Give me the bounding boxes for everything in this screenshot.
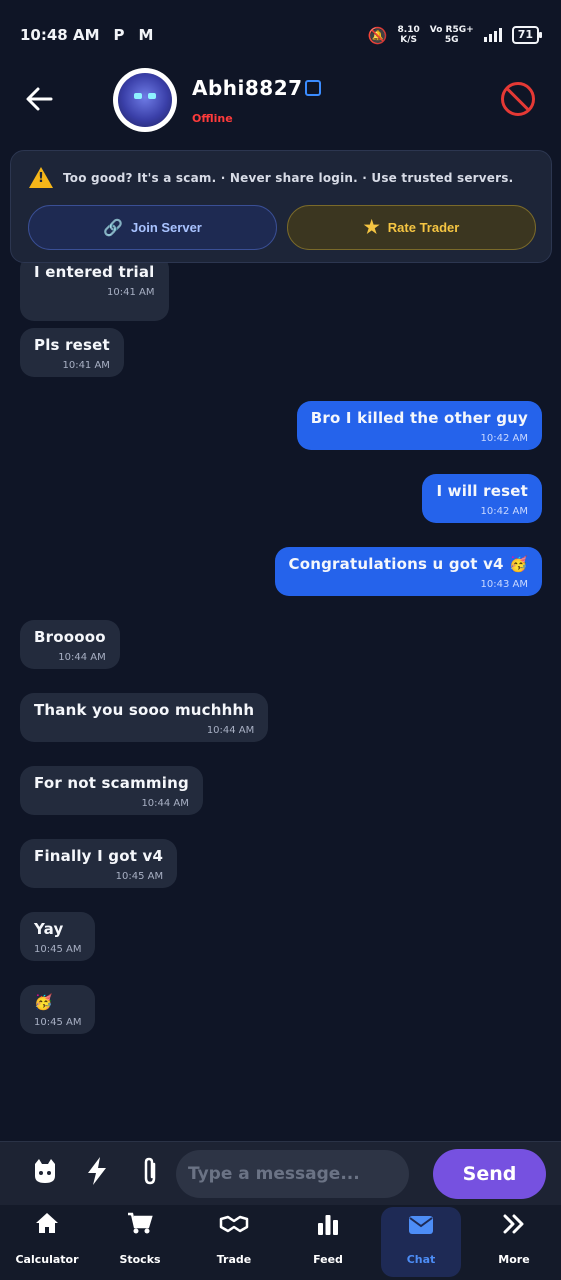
mute-icon: 🔕 <box>367 25 388 45</box>
copy-icon[interactable] <box>304 80 321 96</box>
message-bubble: Congratulations u got v4 🥳 10:43 AM <box>274 547 542 596</box>
arrow-left-icon <box>26 87 53 111</box>
link-icon: 🔗 <box>103 219 124 237</box>
join-server-button[interactable]: 🔗 Join Server <box>28 205 277 250</box>
nav-more[interactable]: More <box>474 1207 554 1277</box>
mail-icon <box>381 1207 461 1247</box>
nav-stocks[interactable]: Stocks <box>100 1207 180 1277</box>
rate-trader-label: Rate Trader <box>387 220 460 235</box>
home-icon <box>7 1207 87 1247</box>
star-icon: ★ <box>363 217 380 237</box>
nav-calculator[interactable]: Calculator <box>7 1207 87 1277</box>
message-input[interactable] <box>176 1150 409 1198</box>
double-chevron-icon <box>474 1207 554 1247</box>
message-bubble: I will reset 10:42 AM <box>422 474 542 523</box>
paperclip-icon-svg <box>144 1157 156 1185</box>
github-icon-svg <box>35 1159 55 1183</box>
lightning-icon-svg <box>88 1157 106 1185</box>
username: Abhi8827 <box>192 76 303 100</box>
message-list[interactable]: I entered trial 10:41 AM Pls reset 10:41… <box>0 263 561 1143</box>
message-bubble: Yay 10:45 AM <box>20 912 96 961</box>
block-icon[interactable] <box>501 82 535 116</box>
message-bubble: Brooooo 10:44 AM <box>20 620 120 669</box>
message-bubble: Bro I killed the other guy 10:42 AM <box>296 401 542 450</box>
warning-icon <box>29 167 53 188</box>
status-bar: 10:48 AM P M 🔕 8.10 K/S Vo R5G+ 5G 71 <box>0 0 561 70</box>
github-icon[interactable] <box>28 1156 62 1190</box>
net-speed: 8.10 K/S <box>397 25 420 45</box>
status-icon-m: M <box>138 26 154 44</box>
send-button[interactable]: Send <box>433 1149 546 1199</box>
message-bubble: For not scamming 10:44 AM <box>20 766 203 815</box>
rate-trader-button[interactable]: ★ Rate Trader <box>287 205 536 250</box>
message-bubble: Finally I got v4 10:45 AM <box>20 839 178 888</box>
network-type: Vo R5G+ 5G <box>429 25 474 45</box>
avatar[interactable] <box>113 68 177 132</box>
signal-icon <box>483 28 502 42</box>
message-bubble: I entered trial 10:41 AM <box>20 263 169 321</box>
chat-header: Abhi8827 Offline <box>0 64 561 142</box>
nav-feed[interactable]: Feed <box>288 1207 368 1277</box>
back-button[interactable] <box>24 84 64 120</box>
lightning-icon[interactable] <box>80 1156 114 1190</box>
message-bubble: Thank you sooo muchhhh 10:44 AM <box>20 693 269 742</box>
status-time: 10:48 AM <box>20 26 100 44</box>
handshake-icon <box>194 1207 274 1247</box>
avatar-image <box>118 73 172 127</box>
scam-warning-card: Too good? It's a scam. · Never share log… <box>10 150 552 263</box>
message-bubble: 🥳 10:45 AM <box>20 985 96 1034</box>
battery-icon: 71 <box>511 26 543 44</box>
nav-chat[interactable]: Chat <box>381 1207 461 1277</box>
bottom-navigation: Calculator Stocks Trade Feed Chat More <box>0 1205 561 1280</box>
warning-text: Too good? It's a scam. · Never share log… <box>63 170 514 185</box>
message-bubble: Pls reset 10:41 AM <box>20 328 124 377</box>
join-server-label: Join Server <box>131 220 202 235</box>
username-row: Abhi8827 <box>192 76 321 100</box>
bar-chart-icon <box>288 1207 368 1247</box>
message-composer: Send <box>0 1141 561 1205</box>
status-icon-p: P <box>113 26 125 44</box>
presence-status: Offline <box>192 112 233 125</box>
warning-row: Too good? It's a scam. · Never share log… <box>29 167 513 188</box>
cart-icon <box>100 1207 180 1247</box>
paperclip-icon[interactable] <box>133 1156 167 1190</box>
nav-trade[interactable]: Trade <box>194 1207 274 1277</box>
